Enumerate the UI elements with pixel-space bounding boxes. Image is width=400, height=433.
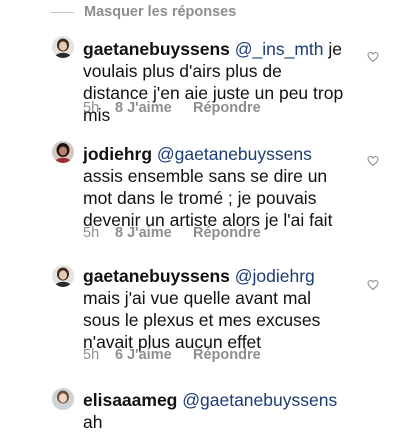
avatar[interactable] <box>52 36 74 58</box>
reply-button[interactable]: Répondre <box>193 347 261 363</box>
comment-mention[interactable]: @jodiehrg <box>235 266 315 286</box>
avatar[interactable] <box>52 388 74 410</box>
hide-replies-toggle[interactable]: Masquer les réponses <box>50 0 236 24</box>
comment-mention[interactable]: @gaetanebuyssens <box>157 144 312 164</box>
replies-divider-line <box>50 11 74 13</box>
comment-body: assis ensemble sans se dire un mot dans … <box>83 166 333 230</box>
comment-body: ah <box>83 412 103 432</box>
reply-button[interactable]: Répondre <box>193 100 261 116</box>
comment-body: mais j'ai vue quelle avant mal sous le p… <box>83 288 321 352</box>
comment-meta: 5h 8 J'aime Répondre <box>83 224 261 242</box>
reply-button[interactable]: Répondre <box>193 225 261 241</box>
comment-mention[interactable]: @_ins_mth <box>235 39 324 59</box>
comment-likes[interactable]: 8 J'aime <box>115 225 193 241</box>
comment-likes[interactable]: 8 J'aime <box>115 100 193 116</box>
comment-username[interactable]: elisaaameg <box>83 390 177 410</box>
comment-username[interactable]: gaetanebuyssens <box>83 266 230 286</box>
comment-text: gaetanebuyssens @jodiehrg mais j'ai vue … <box>83 265 348 353</box>
comment-username[interactable]: gaetanebuyssens <box>83 39 230 59</box>
comment-text: elisaaameg @gaetanebuyssens ah <box>83 389 348 433</box>
hide-replies-label[interactable]: Masquer les réponses <box>84 4 236 20</box>
avatar[interactable] <box>52 265 74 287</box>
comment-text: jodiehrg @gaetanebuyssens assis ensemble… <box>83 143 348 231</box>
heart-icon[interactable] <box>367 279 379 291</box>
comment-time: 5h <box>83 347 100 363</box>
comment-time: 5h <box>83 225 100 241</box>
heart-icon[interactable] <box>367 155 379 167</box>
comment-username[interactable]: jodiehrg <box>83 144 152 164</box>
comment-meta: 5h 8 J'aime Répondre <box>83 99 261 117</box>
avatar[interactable] <box>52 141 74 163</box>
heart-icon[interactable] <box>367 51 379 63</box>
comment-time: 5h <box>83 100 100 116</box>
comment-mention[interactable]: @gaetanebuyssens <box>182 390 337 410</box>
comment-meta: 5h 6 J'aime Répondre <box>83 346 261 364</box>
comment-likes[interactable]: 6 J'aime <box>115 347 193 363</box>
